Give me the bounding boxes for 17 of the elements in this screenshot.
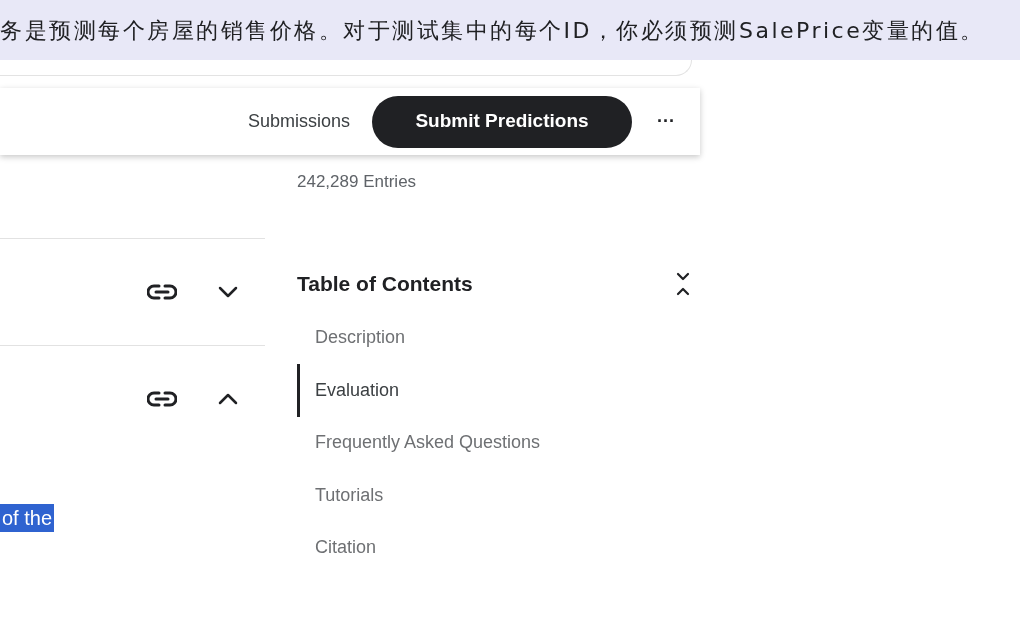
entries-count: 242,289 Entries [297,171,418,193]
link-icon[interactable] [147,283,177,301]
toc-title: Table of Contents [297,271,473,297]
collapse-icon[interactable] [676,271,690,296]
toc-item[interactable]: Frequently Asked Questions [297,416,697,469]
toc-item[interactable]: Citation [297,521,697,574]
link-icon[interactable] [147,390,177,408]
submissions-link[interactable]: Submissions [247,108,350,135]
toc-item[interactable]: Description [297,311,697,364]
selected-text: of the [0,504,55,532]
toc-item[interactable]: Tutorials [297,469,697,522]
banner-text: 务是预测每个房屋的销售价格。对于测试集中的每个ID，你必须预测SalePrice变量的值。 [0,16,985,45]
more-button[interactable]: ··· [654,108,678,135]
chevron-down-icon[interactable] [217,285,239,299]
submit-predictions-button[interactable]: Submit Predictions [372,95,632,148]
toc-item[interactable]: Evaluation [297,364,697,417]
chevron-up-icon[interactable] [217,392,239,406]
